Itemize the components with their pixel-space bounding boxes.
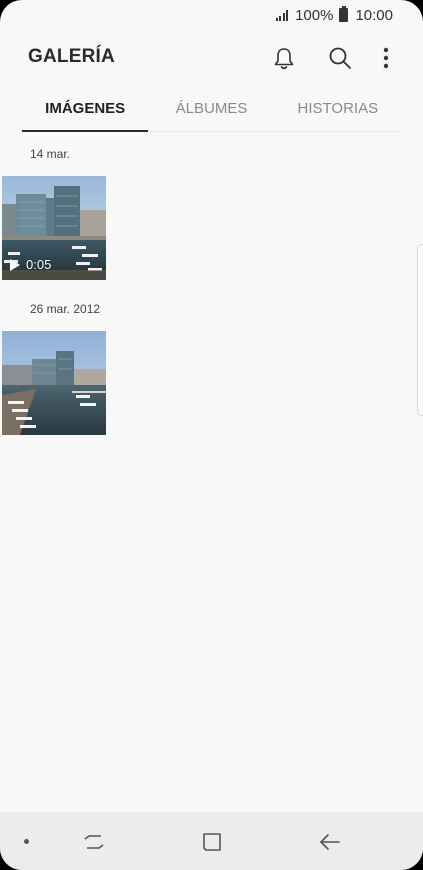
video-duration: 0:05 [26, 257, 52, 272]
clock: 10:00 [355, 6, 393, 24]
tab-stories[interactable]: HISTORIAS [275, 92, 401, 131]
back-button[interactable] [316, 828, 344, 856]
bell-icon [274, 48, 294, 70]
navigation-bar [0, 812, 423, 870]
date-header: 26 mar. 2012 [30, 302, 101, 316]
search-button[interactable] [324, 42, 356, 74]
search-icon [329, 47, 351, 69]
back-icon [320, 834, 340, 850]
image-thumbnail[interactable] [2, 331, 106, 435]
edge-panel-handle[interactable] [417, 244, 423, 416]
more-options-button[interactable] [370, 42, 402, 74]
keyboard-indicator-dot[interactable] [24, 839, 29, 844]
status-bar: 100% 10:00 [0, 0, 423, 30]
page-title: GALERÍA [28, 46, 115, 67]
home-button[interactable] [198, 828, 226, 856]
tab-images[interactable]: IMÁGENES [22, 92, 149, 132]
video-thumbnail[interactable]: 0:05 [2, 176, 106, 280]
app-bar: GALERÍA [0, 36, 423, 80]
tab-bar: IMÁGENES ÁLBUMES HISTORIAS [22, 92, 401, 132]
video-duration-overlay: 0:05 [10, 257, 51, 272]
battery-percentage: 100% [295, 6, 334, 24]
home-icon [203, 833, 221, 851]
signal-icon [275, 9, 289, 21]
recent-apps-icon [84, 835, 104, 849]
tab-albums[interactable]: ÁLBUMES [148, 92, 274, 131]
notifications-button[interactable] [268, 42, 300, 74]
date-header: 14 mar. [30, 147, 71, 161]
play-icon [10, 258, 20, 271]
battery-icon [339, 6, 349, 22]
recent-apps-button[interactable] [80, 828, 108, 856]
gallery-screen: 100% 10:00 GALERÍA IMÁGENES ÁLBUMES HIST… [0, 0, 423, 870]
harbor-photo [2, 331, 106, 435]
more-options-icon [383, 47, 389, 69]
